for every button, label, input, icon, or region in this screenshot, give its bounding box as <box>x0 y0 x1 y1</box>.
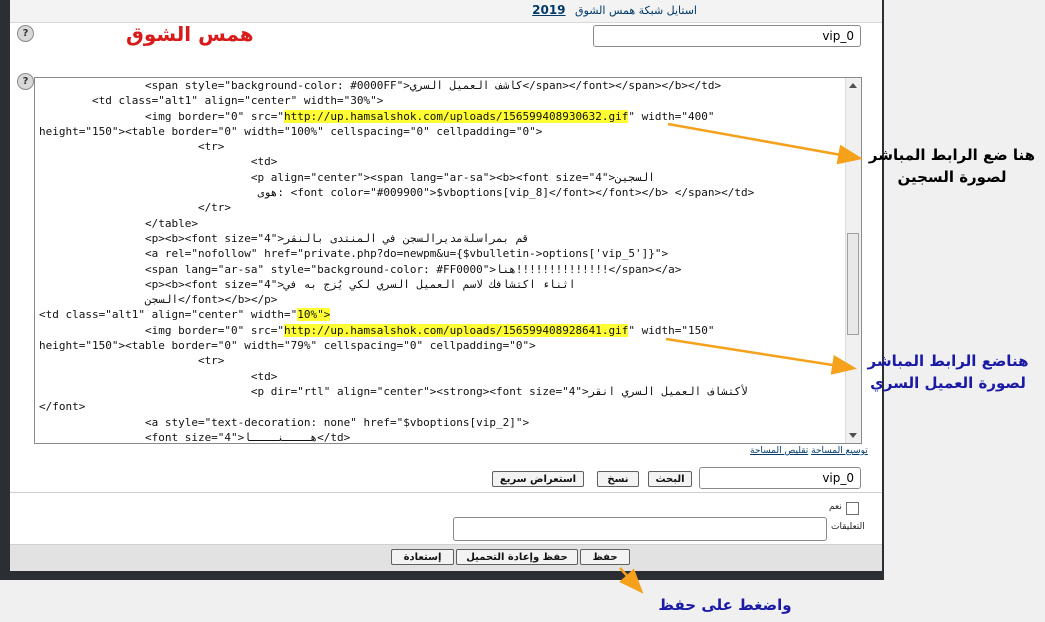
copy-button[interactable]: نسخ <box>597 471 639 487</box>
code-segment: <span style="background-color: #0000FF">… <box>39 79 722 92</box>
save-button[interactable]: حفظ <box>580 549 630 565</box>
breadcrumb-bar: استايل شبكة همس الشوق 2019 <box>10 0 882 23</box>
code-segment: </font> <box>39 400 86 414</box>
code-line[interactable]: <p align="center"><span lang="ar-sa"><b>… <box>39 170 845 185</box>
code-segment: <p><b><font size="4">قم بمراسلةمديرالسجن… <box>39 231 530 245</box>
editor-resize-links: توسيع المساحة تقليص المساحة <box>750 446 868 456</box>
code-line[interactable]: <td> <box>39 154 845 169</box>
code-line[interactable]: <span lang="ar-sa" style="background-col… <box>39 262 845 277</box>
code-segment: <a style="text-decoration: none" href="$… <box>39 415 530 429</box>
code-line[interactable]: <img border="0" src="http://up.hamsalsho… <box>39 323 845 338</box>
code-line[interactable]: <td class="alt1" align="center" width="3… <box>39 93 845 108</box>
breadcrumb[interactable]: استايل شبكة همس الشوق 2019 <box>532 3 697 17</box>
code-line[interactable]: <font size="4">هــــنــــا</td> <box>39 430 845 444</box>
code-segment: <p><b><font size="4">اثناء اكتشافك لاسم … <box>39 277 576 291</box>
code-line[interactable]: <span style="background-color: #0000FF">… <box>39 78 845 93</box>
code-segment: <a rel="nofollow" href="private.php?do=n… <box>39 247 669 261</box>
code-line[interactable]: <td> <box>39 369 845 384</box>
code-segment: <img border="0" src=" <box>39 109 285 123</box>
help-icon[interactable]: ? <box>17 25 34 42</box>
comments-label: التعليقات <box>831 522 865 532</box>
save-reload-button[interactable]: حفظ وإعادة التحميل <box>456 549 578 565</box>
code-line[interactable]: <img border="0" src="http://up.hamsalsho… <box>39 109 845 124</box>
code-segment: </tr> <box>39 201 232 215</box>
code-line[interactable]: <tr> <box>39 139 845 154</box>
breadcrumb-style-name[interactable]: استايل شبكة همس الشوق <box>575 4 697 17</box>
code-segment: <tr> <box>39 140 225 154</box>
code-segment: <p align="center"><span lang="ar-sa"><b>… <box>39 170 655 184</box>
code-segment: <td> <box>39 369 278 383</box>
code-line[interactable]: <tr> <box>39 353 845 368</box>
code-segment: <span lang="ar-sa" style="background-col… <box>39 262 682 276</box>
highlighted-url: http://up.hamsalshok.com/uploads/1565994… <box>284 109 629 123</box>
breadcrumb-year[interactable]: 2019 <box>532 3 565 17</box>
code-line[interactable]: height="150"><table border="0" width="10… <box>39 124 845 139</box>
code-segment: هوى: <font color="#009900">$vboptions[vi… <box>39 186 755 200</box>
search-field[interactable]: vip_0 <box>699 467 861 489</box>
code-segment: <p dir="rtl" align="center"><strong><fon… <box>39 384 748 398</box>
comments-input[interactable] <box>453 517 827 541</box>
code-segment: <td> <box>39 155 278 169</box>
code-line[interactable]: </font> <box>39 399 845 414</box>
editor-help-icon[interactable]: ? <box>17 73 34 90</box>
page-title: همس الشوق <box>126 22 254 46</box>
code-segment: height="150"><table border="0" width="10… <box>39 124 543 138</box>
template-code-editor[interactable]: <span style="background-color: #0000FF">… <box>34 77 862 444</box>
code-segment: <tr> <box>39 354 225 368</box>
search-button[interactable]: البحث <box>648 471 692 487</box>
code-line[interactable]: <p><b><font size="4">قم بمراسلةمديرالسجن… <box>39 231 845 246</box>
code-segment: <td class="alt1" align="center" width="3… <box>39 94 384 108</box>
highlighted-url: http://up.hamsalshok.com/uploads/1565994… <box>284 323 629 337</box>
scroll-thumb[interactable] <box>847 233 859 335</box>
highlighted-url: 10%"> <box>297 308 331 322</box>
code-line[interactable]: السجن</font></b></p> <box>39 292 845 307</box>
code-segment: height="150"><table border="0" width="79… <box>39 339 536 353</box>
scroll-up-icon[interactable] <box>849 83 857 88</box>
code-segment: " width="150" <box>628 323 715 337</box>
code-line[interactable]: <p dir="rtl" align="center"><strong><fon… <box>39 384 845 399</box>
code-line[interactable]: <td class="alt1" align="center" width="1… <box>39 307 845 322</box>
panel-right-border <box>882 0 884 580</box>
panel-bottom-border <box>0 571 884 580</box>
code-segment: السجن</font></b></p> <box>39 293 278 307</box>
panel-left-border <box>0 0 10 580</box>
code-line[interactable]: <p><b><font size="4">اثناء اكتشافك لاسم … <box>39 277 845 292</box>
code-line[interactable]: </tr> <box>39 200 845 215</box>
code-line[interactable]: height="150"><table border="0" width="79… <box>39 338 845 353</box>
code-segment: <font size="4">هــــنــــا</td> <box>39 430 351 444</box>
variable-name-field[interactable]: vip_0 <box>593 25 861 47</box>
save-instruction-note: واضغط على حفظ <box>658 596 792 614</box>
code-segment: <img border="0" src=" <box>39 323 285 337</box>
code-segment: " width="400" <box>628 109 715 123</box>
code-segment: </table> <box>39 216 198 230</box>
checkbox-label: نعم <box>829 502 842 512</box>
scroll-down-icon[interactable] <box>849 433 857 438</box>
agent-image-note: هناضع الرابط المباشر لصورة العميل السري <box>867 352 1029 392</box>
section-divider <box>10 492 882 493</box>
restore-button[interactable]: إستعادة <box>391 549 454 565</box>
quick-preview-button[interactable]: استعراض سريع <box>492 471 584 487</box>
code-text[interactable]: <span style="background-color: #0000FF">… <box>39 78 845 444</box>
code-line[interactable]: <a rel="nofollow" href="private.php?do=n… <box>39 246 845 261</box>
expand-area-link[interactable]: توسيع المساحة <box>811 446 868 456</box>
prisoner-image-note: هنا ضع الرابط المباشر لصورة السجين <box>868 146 1036 186</box>
code-line[interactable]: هوى: <font color="#009900">$vboptions[vi… <box>39 185 845 200</box>
code-line[interactable]: <a style="text-decoration: none" href="$… <box>39 415 845 430</box>
code-segment: <td class="alt1" align="center" width=" <box>39 308 298 322</box>
code-line[interactable]: </table> <box>39 216 845 231</box>
shrink-area-link[interactable]: تقليص المساحة <box>750 446 808 456</box>
confirm-checkbox[interactable] <box>846 502 859 515</box>
